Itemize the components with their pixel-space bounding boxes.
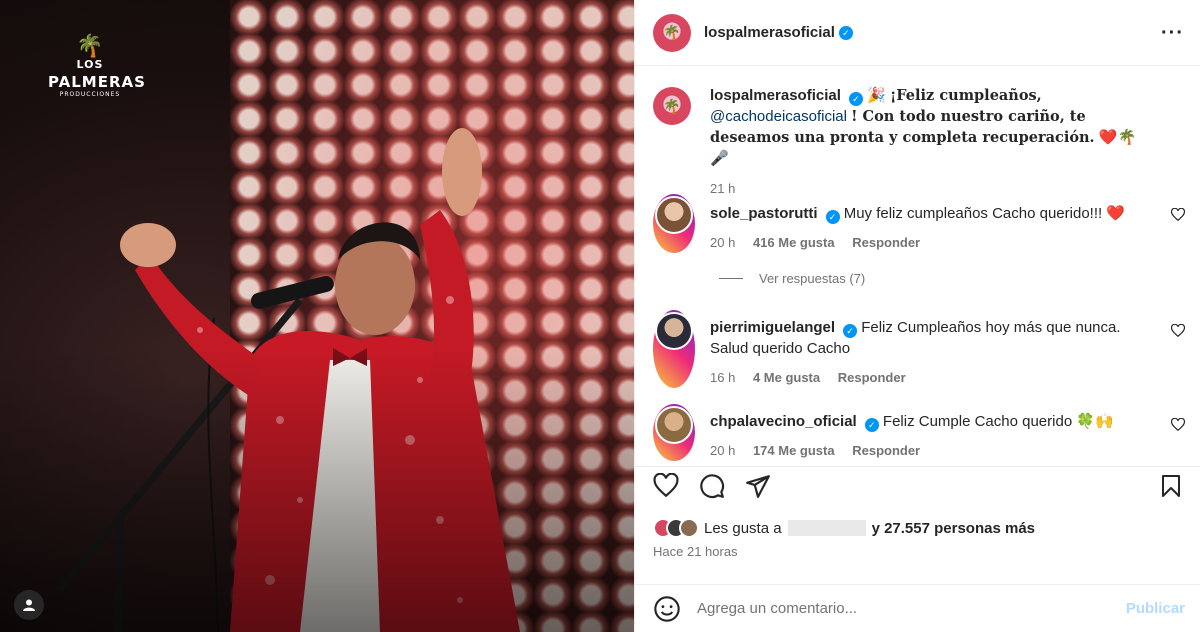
logo-top-text: LOS — [76, 58, 104, 71]
verified-badge-icon: ✓ — [843, 324, 858, 338]
list-item: sole_pastorutti ✓ Muy feliz cumpleaños Ca… — [635, 194, 1200, 253]
comment-username[interactable]: pierrimiguelangel — [710, 319, 835, 336]
los-palmeras-logo: 🌴 LOS PALMERAS PRODUCCIONES — [48, 34, 146, 116]
caption-text-1: ¡Feliz cumpleaños, — [889, 87, 1042, 104]
comment-time[interactable]: 16 h — [710, 370, 735, 385]
emoji-icon[interactable] — [653, 595, 681, 623]
caption-mention-link[interactable]: @cachodeicasoficial — [710, 108, 847, 125]
reply-button[interactable]: Responder — [852, 235, 920, 250]
comment-username[interactable]: sole_pastorutti — [710, 205, 818, 222]
comment-text: Muy feliz cumpleaños Cacho querido!!! ❤️ — [843, 205, 1126, 222]
avatar — [679, 518, 699, 538]
verified-badge-icon: ✓ — [848, 92, 863, 106]
party-emoji: 🎉 — [867, 87, 886, 104]
list-item: chpalavecino_oficial ✓ Feliz Cumple Cacho… — [635, 404, 1200, 461]
verified-badge-icon: ✓ — [864, 418, 879, 432]
avatar[interactable] — [653, 310, 695, 388]
header-username[interactable]: lospalmerasoficial — [704, 24, 835, 41]
post-header: 🌴 lospalmerasoficial ✓ ··· — [635, 0, 1200, 66]
caption: 🌴 lospalmerasoficial ✓ 🎉 ¡Feliz cumpleaño… — [635, 85, 1200, 199]
comments-list[interactable]: 🌴 lospalmerasoficial ✓ 🎉 ¡Feliz cumpleaño… — [635, 67, 1200, 465]
comment-likes[interactable]: 174 Me gusta — [753, 443, 835, 458]
logo-sub-text: PRODUCCIONES — [59, 91, 121, 98]
reply-button[interactable]: Responder — [838, 370, 906, 385]
comment-composer: Publicar — [635, 584, 1200, 632]
verified-badge-icon: ✓ — [825, 210, 840, 224]
blurred-username — [787, 520, 866, 536]
likes-count[interactable]: y 27.557 personas más — [872, 520, 1035, 537]
person-tag-icon[interactable] — [14, 590, 44, 620]
reply-button[interactable]: Responder — [852, 443, 920, 458]
logo-name-text: PALMERAS — [48, 73, 146, 91]
verified-badge-icon: ✓ — [838, 25, 853, 40]
comment-like-heart-icon[interactable] — [1171, 208, 1185, 222]
heart-icon[interactable] — [653, 473, 679, 499]
likes-prefix: Les gusta a — [704, 519, 782, 537]
post-comment-button[interactable]: Publicar — [1126, 600, 1185, 617]
likes-summary[interactable]: Les gusta a y 27.557 personas más — [653, 518, 1035, 538]
bookmark-icon[interactable] — [1159, 473, 1183, 499]
more-options-icon[interactable]: ··· — [1161, 23, 1184, 43]
post-photo[interactable]: 🌴 LOS PALMERAS PRODUCCIONES — [0, 0, 634, 632]
send-icon[interactable] — [745, 473, 771, 499]
avatar[interactable] — [653, 194, 695, 253]
avatar[interactable]: 🌴 — [653, 87, 691, 125]
post-timestamp[interactable]: Hace 21 horas — [653, 544, 738, 559]
view-replies-button[interactable]: Ver respuestas (7) — [719, 271, 865, 286]
list-item: pierrimiguelangel ✓ Feliz Cumpleaños hoy … — [635, 310, 1200, 388]
comment-like-heart-icon[interactable] — [1171, 418, 1185, 432]
comment-username[interactable]: chpalavecino_oficial — [710, 413, 857, 430]
caption-username[interactable]: lospalmerasoficial — [710, 87, 841, 104]
comment-likes[interactable]: 4 Me gusta — [753, 370, 820, 385]
avatar[interactable] — [653, 404, 695, 461]
comment-time[interactable]: 20 h — [710, 235, 735, 250]
palm-tree-icon: 🌴 — [76, 34, 104, 59]
comment-like-heart-icon[interactable] — [1171, 324, 1185, 338]
action-bar — [635, 466, 1200, 502]
comment-text: Feliz Cumple Cacho querido 🍀🙌 — [882, 413, 1114, 430]
comment-input[interactable] — [697, 600, 1126, 617]
comment-icon[interactable] — [699, 473, 725, 499]
view-replies-label: Ver respuestas (7) — [759, 271, 866, 286]
comment-likes[interactable]: 416 Me gusta — [753, 235, 835, 250]
comment-time[interactable]: 20 h — [710, 443, 735, 458]
avatar[interactable]: 🌴 — [653, 13, 691, 52]
replies-divider — [719, 278, 743, 279]
post-side-panel: 🌴 lospalmerasoficial ✓ ··· 🌴 lospalmeras… — [634, 0, 1200, 632]
